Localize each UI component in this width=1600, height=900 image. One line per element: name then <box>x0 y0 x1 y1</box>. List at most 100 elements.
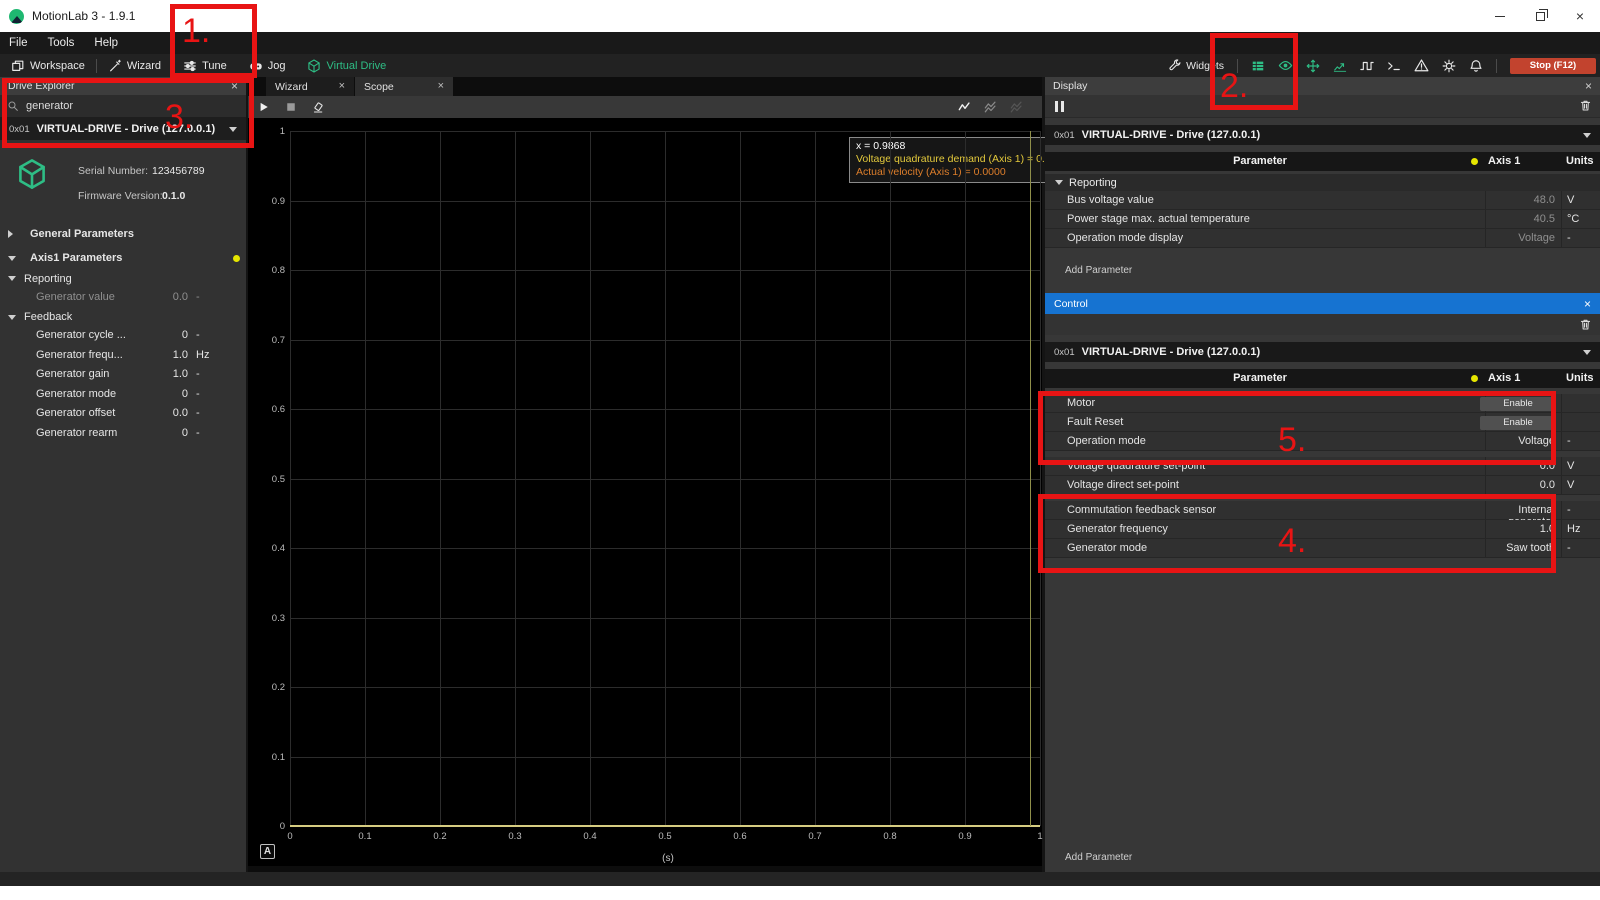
menu-tools[interactable]: Tools <box>48 37 75 49</box>
tree-section-general-parameters[interactable]: General Parameters <box>0 224 246 244</box>
play-icon[interactable] <box>258 101 270 113</box>
stop-button[interactable]: Stop (F12) <box>1510 58 1596 74</box>
y-tick-label: 0.6 <box>253 404 285 415</box>
menu-file[interactable]: File <box>9 37 28 49</box>
x-tick-label: 0.7 <box>797 831 833 842</box>
param-value: 1.0 <box>118 368 188 380</box>
autoscale-button[interactable]: A <box>260 844 275 859</box>
param-value: 1.0 <box>118 349 188 361</box>
gridline <box>1040 131 1041 826</box>
gear-icon[interactable] <box>1442 59 1456 73</box>
display-device-selector[interactable]: 0x01 VIRTUAL-DRIVE - Drive (127.0.0.1) <box>1045 342 1600 362</box>
param-unit: Hz <box>1567 523 1597 535</box>
column-header-axis: Axis 1 <box>1488 372 1520 384</box>
tree-group-feedback[interactable]: Feedback <box>0 309 246 326</box>
param-value: 0.0 <box>118 407 188 419</box>
display-close-button[interactable]: × <box>1585 80 1592 92</box>
maximize-button[interactable] <box>1520 0 1560 32</box>
tree-param-generator-gain[interactable]: Generator gain1.0- <box>0 365 246 385</box>
tree-section-axis1-parameters[interactable]: Axis1 Parameters <box>0 248 246 268</box>
y-tick-label: 0.7 <box>253 335 285 346</box>
move-icon[interactable] <box>1306 59 1320 73</box>
device-name: VIRTUAL-DRIVE - Drive (127.0.0.1) <box>1082 129 1261 141</box>
pause-icon[interactable] <box>1055 101 1064 112</box>
toolbar-virtual-drive-button[interactable]: Virtual Drive <box>296 54 397 77</box>
tab-scope[interactable]: Scope× <box>355 77 453 96</box>
param-row-bus-voltage-value[interactable]: Bus voltage value48.0V <box>1045 191 1600 210</box>
bell-icon[interactable] <box>1469 59 1483 73</box>
scope-area: Wizard×Scope× x = 0.9868 Voltage quadrat… <box>248 77 1042 872</box>
tooltip-series-2: Actual velocity (Axis 1) = 0.0000 <box>856 166 1068 179</box>
x-tick-label: 0.2 <box>422 831 458 842</box>
toolbar-workspace-button[interactable]: Workspace <box>0 54 96 77</box>
scope-plot[interactable]: x = 0.9868 Voltage quadrature demand (Ax… <box>248 118 1042 866</box>
tree-param-generator-mode[interactable]: Generator mode0- <box>0 384 246 404</box>
single-trace-icon[interactable] <box>958 100 972 114</box>
display-device-selector[interactable]: 0x01VIRTUAL-DRIVE - Drive (127.0.0.1) <box>1045 125 1600 145</box>
clear-icon[interactable] <box>312 101 325 114</box>
toolbar-wizard-label: Wizard <box>127 60 161 72</box>
close-button[interactable]: × <box>1560 0 1600 32</box>
tree-param-generator-cycle[interactable]: Generator cycle ...0- <box>0 326 246 346</box>
minimize-icon <box>1495 16 1505 17</box>
tree-param-generator-frequ[interactable]: Generator frequ...1.0Hz <box>0 345 246 365</box>
tree-param-generator-value[interactable]: Generator value0.0- <box>0 287 246 307</box>
tree-param-generator-rearm[interactable]: Generator rearm0- <box>0 423 246 443</box>
signal-trace <box>290 825 1040 827</box>
param-unit: - <box>196 388 236 400</box>
gridline <box>290 687 1040 688</box>
multi-trace-icon[interactable] <box>984 100 998 114</box>
section-reporting[interactable]: Reporting <box>1045 174 1600 191</box>
stop-icon[interactable] <box>285 101 297 113</box>
y-tick-label: 0.5 <box>253 474 285 485</box>
parameter-table-header: ParameterAxis 1Units <box>1045 152 1600 171</box>
chart-icon[interactable] <box>1333 59 1347 73</box>
column-header-units: Units <box>1566 372 1594 384</box>
tab-close-icon[interactable]: × <box>1584 298 1591 310</box>
motionlab-window: MotionLab 3 - 1.9.1 × FileToolsHelp Work… <box>0 0 1600 900</box>
gridline <box>290 618 1040 619</box>
param-row-power-stage-max-actual-temperature[interactable]: Power stage max. actual temperature40.5°… <box>1045 210 1600 229</box>
drive-explorer-panel: Drive Explorer × 0x01 VIRTUAL-DRIVE - Dr… <box>0 77 246 872</box>
param-unit: - <box>196 291 236 303</box>
y-tick-label: 0.8 <box>253 265 285 276</box>
tree-group-reporting[interactable]: Reporting <box>0 270 246 287</box>
x-tick-label: 0.8 <box>872 831 908 842</box>
trash-icon[interactable] <box>1579 318 1592 331</box>
param-unit: - <box>196 368 236 380</box>
tree-param-generator-offset[interactable]: Generator offset0.0- <box>0 404 246 424</box>
x-tick-label: 0.4 <box>572 831 608 842</box>
tab-wizard[interactable]: Wizard× <box>266 77 354 96</box>
param-label: Generator value <box>36 291 115 303</box>
param-unit: - <box>1567 504 1597 516</box>
param-row-voltage-direct-set-point[interactable]: Voltage direct set-point0.0V <box>1045 476 1600 495</box>
trash-icon[interactable] <box>1579 99 1592 112</box>
close-icon: × <box>1576 9 1584 23</box>
add-parameter-button[interactable]: Add Parameter <box>1065 265 1600 279</box>
warning-icon[interactable] <box>1414 58 1429 73</box>
param-row-operation-mode-display[interactable]: Operation mode displayVoltage- <box>1045 229 1600 248</box>
display-tab-control[interactable]: Control× <box>1045 293 1600 314</box>
add-parameter-button[interactable]: Add Parameter <box>1065 852 1132 866</box>
tab-close-icon[interactable]: × <box>339 81 345 92</box>
param-label: Generator mode <box>36 388 116 400</box>
x-tick-label: 0.9 <box>947 831 983 842</box>
tab-close-icon[interactable]: × <box>438 81 444 92</box>
tree-group-label: Reporting <box>24 273 72 285</box>
device-info: Serial Number: 123456789 Firmware Versio… <box>0 150 246 220</box>
annotation-box-3 <box>2 78 254 148</box>
toolbar-wizard-button[interactable]: Wizard <box>97 54 172 77</box>
annotation-label-4: 4. <box>1278 524 1306 558</box>
chevron-down-icon <box>1055 180 1063 185</box>
minimize-button[interactable] <box>1480 0 1520 32</box>
param-label: Generator rearm <box>36 427 117 439</box>
chevron-down-icon <box>1583 350 1591 355</box>
square-wave-icon[interactable] <box>1360 59 1374 73</box>
menu-help[interactable]: Help <box>94 37 118 49</box>
device-id: 0x01 <box>1054 347 1075 358</box>
device-name: VIRTUAL-DRIVE - Drive (127.0.0.1) <box>1082 346 1261 358</box>
section-label: Reporting <box>1069 177 1117 189</box>
terminal-icon[interactable] <box>1387 59 1401 73</box>
split-trace-icon[interactable] <box>1010 100 1024 114</box>
param-value: 0 <box>118 329 188 341</box>
